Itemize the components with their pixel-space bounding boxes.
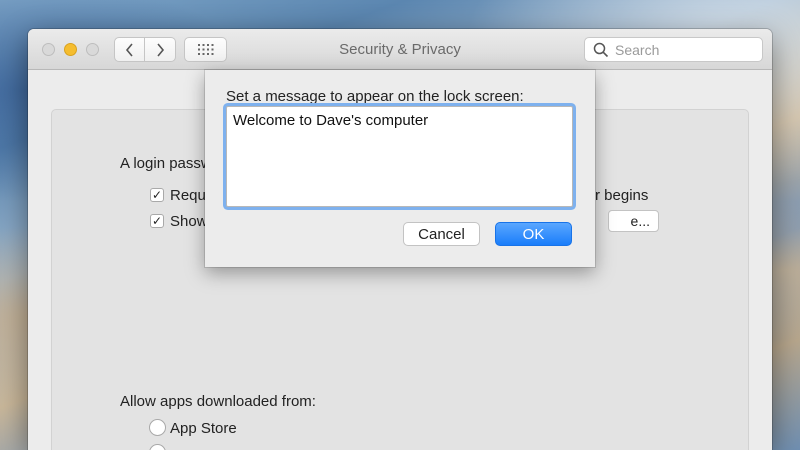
require-password-label: Requi [170, 187, 210, 204]
app-store-identified-developers-radio[interactable] [149, 444, 166, 450]
login-password-text: A login passw [120, 155, 212, 172]
show-message-label: Show [170, 213, 208, 230]
allow-apps-label: Allow apps downloaded from: [120, 393, 316, 410]
search-field[interactable] [584, 37, 763, 62]
set-lock-message-button[interactable]: e... [608, 210, 659, 232]
search-input[interactable] [615, 41, 755, 58]
require-password-checkbox[interactable]: ✓ [150, 188, 164, 202]
show-message-checkbox[interactable]: ✓ [150, 214, 164, 228]
app-store-radio-label: App Store [170, 420, 237, 437]
app-store-radio[interactable] [149, 419, 166, 436]
title-bar: Security & Privacy [28, 29, 772, 70]
lock-message-prompt: Set a message to appear on the lock scre… [226, 88, 524, 105]
lock-message-textarea[interactable]: Welcome to Dave's computer [226, 106, 573, 207]
search-icon [593, 42, 609, 57]
require-password-tail-text: r begins [595, 187, 649, 204]
ok-button[interactable]: OK [495, 222, 572, 246]
cancel-button[interactable]: Cancel [403, 222, 480, 246]
lock-message-sheet: Set a message to appear on the lock scre… [205, 70, 595, 267]
